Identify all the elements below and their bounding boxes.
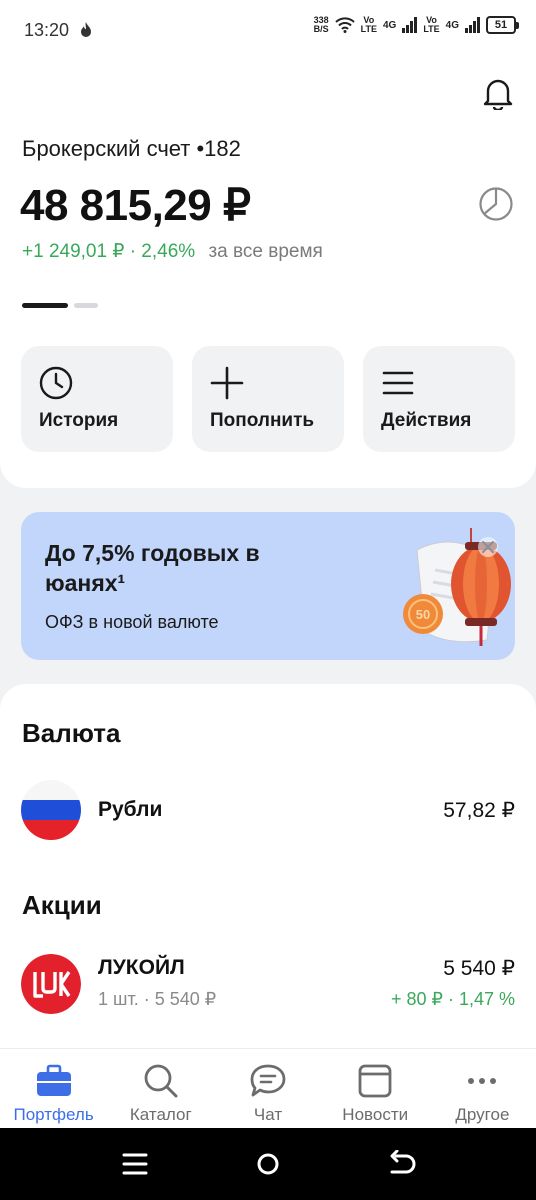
holdings-card: Валюта Рубли 57,82 ₽ Акции ЛУКОЙЛ 1 шт. … [0,684,536,1054]
nav-chat[interactable]: Чат [214,1049,321,1128]
clock-icon [39,366,73,400]
bell-icon[interactable] [482,76,514,110]
plus-icon [210,366,244,400]
nav-portfolio-label: Портфель [13,1105,94,1124]
menu-icon [382,371,414,395]
status-time: 13:20 [24,20,70,40]
nav-other-label: Другое [455,1105,510,1124]
search-icon [144,1064,178,1098]
stock-change: + 80 ₽ · 1,47 % [390,989,515,1009]
volte-1: Vo LTE [361,16,377,34]
news-icon [358,1064,392,1098]
status-bar: 13:20 338 B/S Vo LTE 4G Vo LTE 4G 51 [0,0,536,60]
system-navigation-bar [0,1128,536,1200]
promo-subtitle: ОФЗ в новой валюте [45,612,219,632]
stock-value: 5 540 ₽ [443,957,515,980]
coin-text: 50 [416,607,430,622]
nav-news[interactable]: Новости [322,1049,429,1128]
history-button[interactable]: История [21,346,173,452]
volte-2: Vo LTE [423,16,439,34]
currency-section-title: Валюта [22,718,121,748]
stocks-section-title: Акции [22,890,102,920]
page-dot-active [22,303,68,308]
top-up-button[interactable]: Пополнить [192,346,344,452]
network-2: 4G [445,19,459,31]
quick-actions: История Пополнить Действия [21,346,515,452]
currency-name: Рубли [98,798,163,821]
stock-name: ЛУКОЙЛ [98,956,185,979]
pie-chart-icon[interactable] [478,186,514,222]
signal-1-icon [402,17,418,33]
briefcase-icon [36,1064,71,1096]
net-speed-unit: B/S [313,24,329,34]
gain-period: за все время [208,241,323,262]
russia-flag-icon [21,780,81,840]
page-indicator [22,303,98,308]
flame-icon [81,22,91,37]
recent-apps-icon[interactable] [120,1150,150,1178]
signal-2-icon [465,17,480,33]
lukoil-logo-icon [21,954,81,1014]
gain-row: +1 249,01 ₽ · 2,46% за все время [22,240,323,263]
account-name[interactable]: Брокерский счет •182 [22,136,241,162]
nav-portfolio[interactable]: Портфель [0,1049,107,1128]
stock-quantity: 1 шт. · 5 540 ₽ [98,989,217,1009]
volte-1-bottom: LTE [360,24,377,34]
promo-banner[interactable]: До 7,5% годовых в юанях¹ ОФЗ в новой вал… [21,512,515,660]
net-speed: 338 B/S [314,16,329,34]
battery-level: 51 [494,19,508,31]
actions-label: Действия [381,410,472,431]
more-icon [468,1078,497,1084]
account-card: Брокерский счет •182 48 815,29 ₽ +1 249,… [0,60,536,488]
nav-other[interactable]: Другое [429,1049,536,1128]
status-indicators: 338 B/S Vo LTE 4G Vo LTE 4G 51 [314,16,519,34]
top-up-label: Пополнить [210,410,315,431]
account-balance: 48 815,29 ₽ [20,181,251,230]
promo-title: До 7,5% годовых в юанях¹ [45,540,260,596]
gain-value: +1 249,01 ₽ · 2,46% [22,241,196,262]
currency-value: 57,82 ₽ [443,799,515,822]
volte-2-bottom: LTE [423,24,440,34]
wifi-icon [334,17,355,33]
bottom-navigation: Портфель Каталог Чат Новости Другое [0,1048,536,1128]
page-dot [74,303,98,308]
nav-catalog[interactable]: Каталог [107,1049,214,1128]
history-label: История [39,410,119,431]
actions-button[interactable]: Действия [363,346,515,452]
nav-chat-label: Чат [253,1105,283,1124]
nav-news-label: Новости [342,1105,409,1124]
home-icon[interactable] [253,1150,283,1178]
battery-icon: 51 [486,16,519,34]
network-1: 4G [382,19,397,31]
close-icon[interactable] [477,536,499,558]
chat-icon [250,1064,286,1097]
back-icon[interactable] [386,1150,416,1178]
nav-catalog-label: Каталог [129,1105,192,1124]
